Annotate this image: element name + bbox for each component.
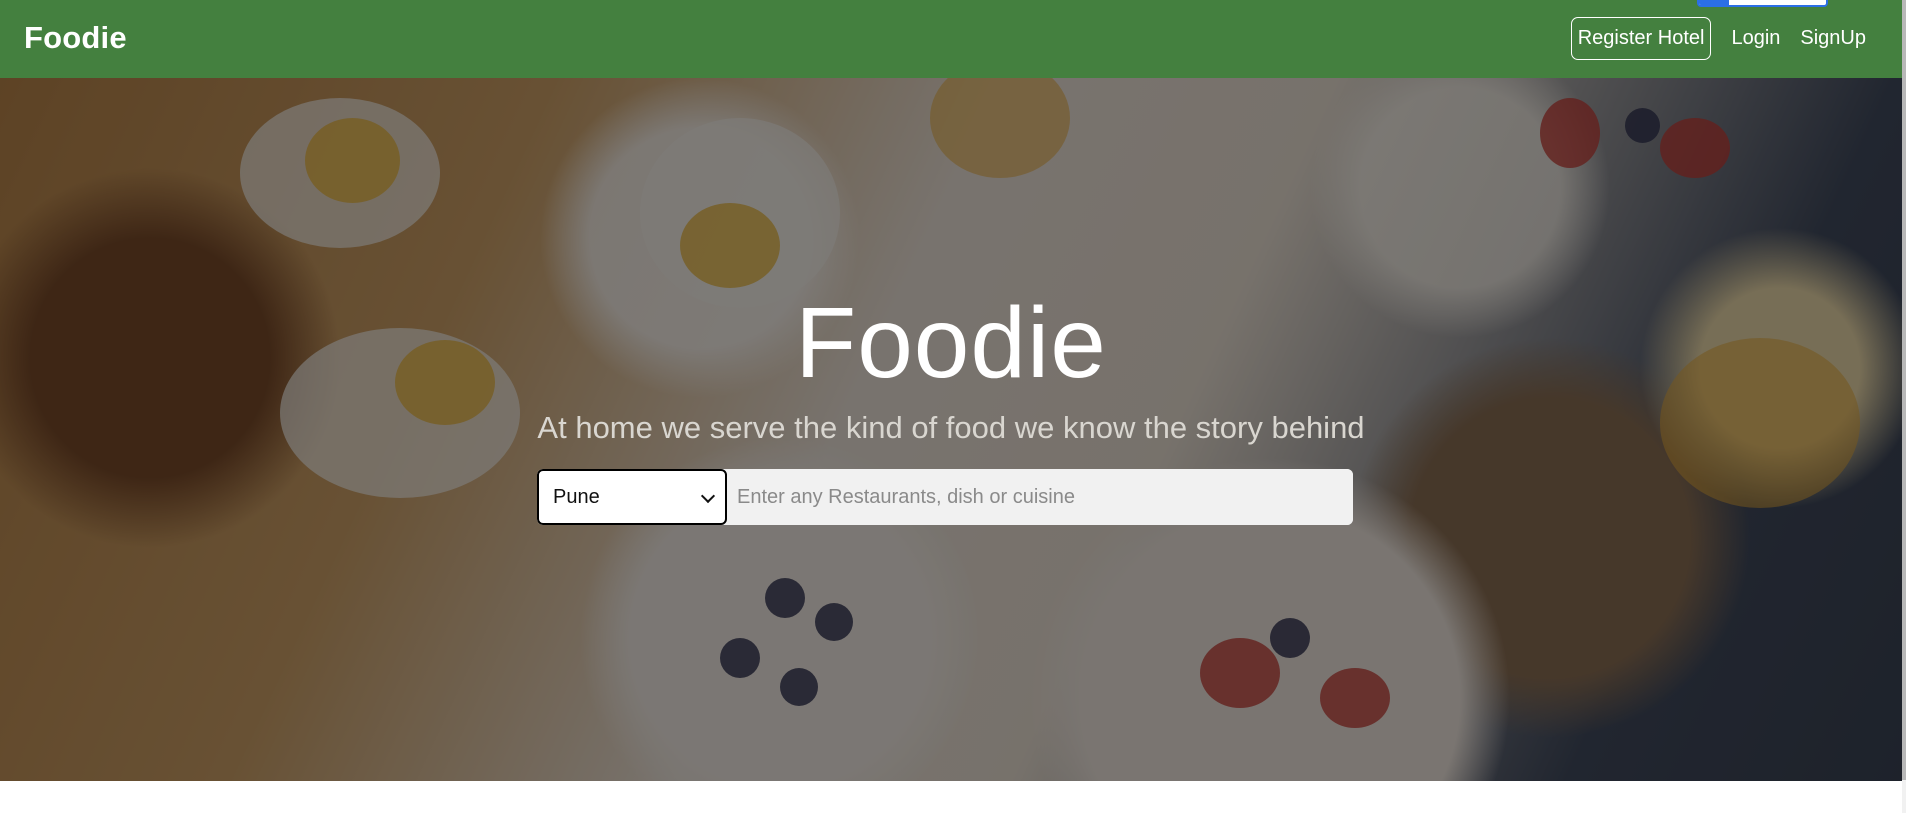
city-select[interactable]: Pune — [537, 469, 727, 525]
search-bar: Pune — [537, 469, 1353, 525]
widget-cap — [1699, 0, 1729, 5]
hero-tagline: At home we serve the kind of food we kno… — [537, 410, 1365, 445]
brand-logo-link[interactable]: Foodie — [24, 20, 127, 56]
hero-banner: Foodie At home we serve the kind of food… — [0, 78, 1902, 781]
hero-title: Foodie — [795, 287, 1107, 399]
search-input[interactable] — [727, 469, 1353, 525]
login-link[interactable]: Login — [1731, 27, 1780, 50]
register-hotel-button[interactable]: Register Hotel — [1570, 16, 1712, 60]
page-scrollbar[interactable] — [1902, 0, 1906, 813]
browser-extension-widget[interactable] — [1697, 0, 1828, 7]
scrollbar-thumb[interactable] — [1902, 0, 1906, 780]
signup-link[interactable]: SignUp — [1800, 27, 1866, 50]
page: Foodie Register Hotel Login SignUp Foodi… — [0, 0, 1906, 813]
nav-links: Register Hotel Login SignUp — [1570, 16, 1866, 60]
chevron-down-icon — [700, 488, 716, 504]
hero-content: Foodie At home we serve the kind of food… — [0, 283, 1902, 448]
navbar: Foodie Register Hotel Login SignUp — [0, 0, 1902, 78]
city-select-value: Pune — [553, 485, 600, 508]
